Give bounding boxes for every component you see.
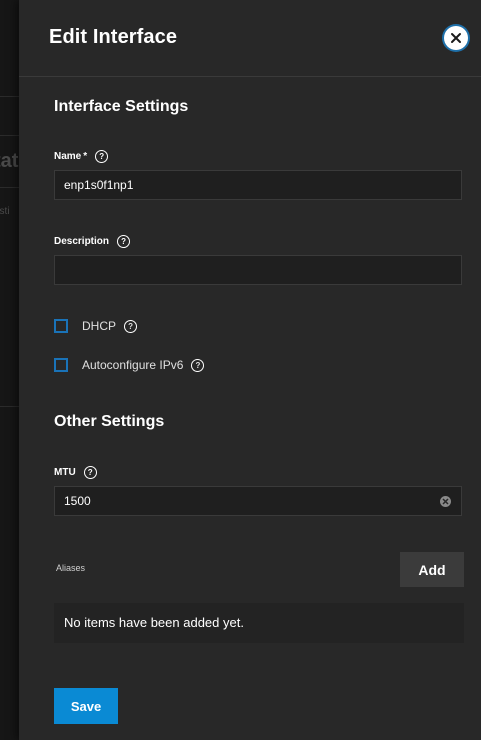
background-heading-fragment: tat <box>0 150 19 172</box>
background-divider <box>0 96 20 97</box>
description-label-text: Description <box>54 236 110 247</box>
help-icon[interactable]: ? <box>95 150 109 163</box>
mtu-input[interactable]: 1500 <box>54 486 462 516</box>
other-settings-heading: Other Settings <box>54 413 165 430</box>
save-button[interactable]: Save <box>54 688 118 724</box>
help-icon[interactable]: ? <box>117 235 131 248</box>
required-mark: * <box>83 151 88 162</box>
description-label: Description ? <box>54 235 131 248</box>
autoconfigure-ipv6-label: Autoconfigure IPv6 <box>82 358 184 372</box>
autoconfigure-ipv6-checkbox-row[interactable]: Autoconfigure IPv6 ? <box>54 358 205 372</box>
name-label: Name * ? <box>54 150 109 163</box>
name-input[interactable]: enp1s0f1np1 <box>54 170 462 200</box>
mtu-label-text: MTU <box>54 467 76 478</box>
add-alias-button[interactable]: Add <box>400 552 464 587</box>
autoconfigure-ipv6-checkbox[interactable] <box>54 358 68 372</box>
dhcp-checkbox[interactable] <box>54 319 68 333</box>
background-text-fragment: esti <box>0 206 10 217</box>
panel-title: Edit Interface <box>49 26 178 48</box>
aliases-empty-state: No items have been added yet. <box>54 603 464 643</box>
mtu-label: MTU ? <box>54 466 97 479</box>
panel-header: Edit Interface <box>19 0 481 77</box>
edit-interface-panel: Edit Interface Interface Settings Name * … <box>19 0 481 740</box>
background-divider <box>0 187 20 188</box>
help-icon[interactable]: ? <box>191 358 205 372</box>
close-icon <box>451 33 461 43</box>
mtu-value: 1500 <box>64 494 91 508</box>
close-button[interactable] <box>444 26 468 50</box>
name-label-text: Name <box>54 151 82 162</box>
clear-icon[interactable] <box>440 496 451 507</box>
dhcp-label: DHCP <box>82 319 117 333</box>
background-divider <box>0 135 20 136</box>
description-input[interactable] <box>54 255 462 285</box>
dhcp-checkbox-row[interactable]: DHCP ? <box>54 319 138 333</box>
interface-settings-heading: Interface Settings <box>54 98 189 115</box>
help-icon[interactable]: ? <box>83 466 97 479</box>
background-divider <box>0 406 20 407</box>
help-icon[interactable]: ? <box>124 319 138 333</box>
aliases-label: Aliases <box>56 563 86 573</box>
